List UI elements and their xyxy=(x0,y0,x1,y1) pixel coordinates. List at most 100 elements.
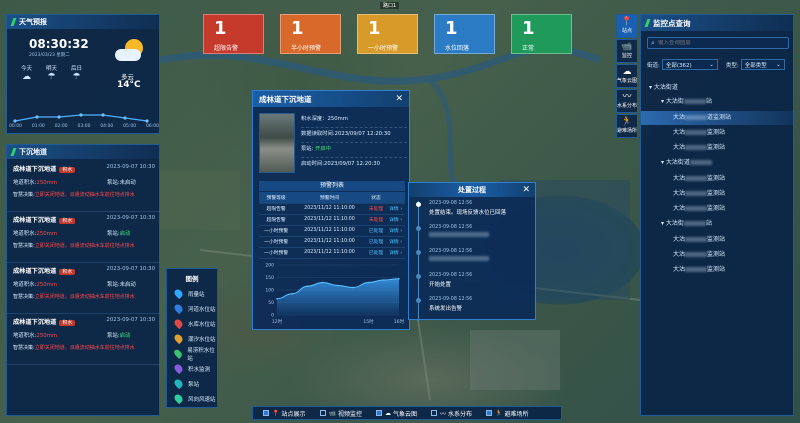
table-row[interactable]: 一小时预警 2023/11/12 11:10:00 已处理 详情 › xyxy=(259,247,405,259)
street-node[interactable]: ▾ 大沽街站 xyxy=(641,95,795,109)
popup-header: 成林道下沉地道 ✕ xyxy=(253,91,409,107)
layer-icon: 📍 xyxy=(621,17,633,27)
status-badge: 积水 xyxy=(59,218,76,224)
day-today: 今天 ☁ xyxy=(21,66,33,82)
tunnel-photo xyxy=(259,113,295,173)
street-node[interactable]: ▾ 大沽街道 xyxy=(641,156,795,170)
data-point xyxy=(337,284,339,287)
y-tick-label: 50 xyxy=(268,300,274,306)
toolbar-icon: 🏃 xyxy=(495,409,503,417)
chevron-down-icon: ⌄ xyxy=(709,61,714,68)
type-select[interactable]: 全部类型 ⌄ xyxy=(740,59,785,70)
process-header: 处置过程 ✕ xyxy=(409,183,535,197)
warning-table: 预警等级 预警时间 状态 超限告警 2023/11/12 11:10:00 未处理 详情 … xyxy=(259,192,405,259)
layer-toggle[interactable]: 📍 站点 xyxy=(616,14,638,38)
table-row[interactable]: 超限告警 2023/11/12 11:10:00 未处理 详情 › xyxy=(259,214,405,226)
x-tick-label: 12时 xyxy=(272,318,283,325)
toolbar-toggle[interactable]: 📹 视频监控 xyxy=(319,409,362,418)
checkbox[interactable] xyxy=(431,410,438,416)
legend-item: 水库水位站 xyxy=(167,316,217,331)
monitor-title: 监控点查询 xyxy=(641,15,793,31)
subsidence-item[interactable]: 成林道下沉地道 积水 2023-09-07 10:30 地道积水:250mm 泵站:启… xyxy=(7,212,161,263)
street-node[interactable]: ▾ 大沽街站 xyxy=(641,217,795,231)
subsidence-item[interactable]: 成林道下沉地道 积水 2023-09-07 10:30 地道积水:250mm 泵站:未… xyxy=(7,161,161,212)
street-node[interactable]: ▾ 大沽街道 xyxy=(641,81,795,95)
alert-card[interactable]: 1 水位回落 xyxy=(434,14,495,54)
checkbox[interactable] xyxy=(319,410,326,416)
day-after: 后日 ☂ xyxy=(71,66,83,82)
subsidence-item[interactable]: 成林道下沉地道 积水 2023-09-07 10:30 地道积水:250mm 泵站:启… xyxy=(7,314,161,365)
process-popup: 处置过程 ✕ 2023-09-08 12:56 处置结束。现场反馈水位已回落 202… xyxy=(408,182,536,321)
search-box[interactable]: ⌕ xyxy=(647,37,789,49)
water-level-chart: 0 50 100 150 200 12时 15时 16时 xyxy=(265,263,404,326)
detail-link[interactable]: 详情 › xyxy=(386,203,405,215)
alert-card[interactable]: 1 一小时预警 xyxy=(357,14,418,54)
toolbar-icon: 📹 xyxy=(328,409,336,417)
layer-toggle[interactable]: 〰水系分布 xyxy=(616,89,638,113)
detail-link[interactable]: 详情 › xyxy=(386,214,405,226)
y-tick-label: 200 xyxy=(265,263,274,269)
station-tree: ▾ 大沽街道 ▾ 大沽街站大沽 道监测站 大沽 监测站 大沽 监测站 ▾ 大沽街道 大沽 监测站大… xyxy=(641,81,795,411)
status-badge: 积水 xyxy=(59,320,76,326)
timeline-step: 2023-09-08 12:56 xyxy=(416,225,533,249)
timeline-step: 2023-09-08 12:56 开始处置 xyxy=(416,273,533,297)
weather-days: 今天 ☁ 明天 ☂ 后日 ☂ xyxy=(21,64,82,82)
process-timeline: 2023-09-08 12:56 处置结束。现场反馈水位已回落 2023-09-08… xyxy=(415,201,533,321)
station-node[interactable]: 大沽 道监测站 xyxy=(641,111,795,125)
day-tomorrow: 明天 ☂ xyxy=(46,66,58,82)
table-row[interactable]: 超限告警 2023/11/12 11:10:00 未处理 详情 › xyxy=(259,203,405,215)
legend-item: 积水监测 xyxy=(167,361,217,376)
toolbar-toggle[interactable]: 📍 站点展示 xyxy=(263,409,306,418)
subsidence-popup: 成林道下沉地道 ✕ 积水深度：250mm 数据读取时间:2023/09/07 1… xyxy=(252,90,410,330)
y-tick-label: 0 xyxy=(271,313,274,319)
table-row[interactable]: 一小时预警 2023/11/12 11:10:00 已处理 详情 › xyxy=(259,236,405,248)
station-node[interactable]: 大沽 监测站 xyxy=(641,263,795,277)
subsidence-title: 下沉地道 xyxy=(7,145,159,159)
toolbar-toggle[interactable]: 〰水系分布 xyxy=(431,409,472,418)
legend-item: 泵站 xyxy=(167,376,217,391)
search-input[interactable] xyxy=(657,40,788,46)
subsidence-item[interactable]: 成林道下沉地道 积水 2023-09-07 10:30 地道积水:250mm 泵站:未… xyxy=(7,263,161,314)
data-point xyxy=(276,297,278,300)
alert-card[interactable]: 1 超限告警 xyxy=(203,14,264,54)
layer-toggle[interactable]: 🏃 避难场所 xyxy=(616,114,638,138)
station-node[interactable]: 大沽 监测站 xyxy=(641,248,795,262)
timeline-step: 2023-09-08 12:56 xyxy=(416,249,533,273)
layer-toggle[interactable]: 📹 监控 xyxy=(616,39,638,63)
layer-icon: 〰 xyxy=(622,92,632,102)
data-point xyxy=(398,277,400,280)
map-pin-icon xyxy=(172,377,185,390)
legend-item: 风向风速站 xyxy=(167,391,217,406)
legend-item: 易涝积水位站 xyxy=(167,346,217,362)
station-node[interactable]: 大沽 监测站 xyxy=(641,233,795,247)
weather-title: 天气预报 xyxy=(7,15,159,29)
alert-card[interactable]: 1 半小时预警 xyxy=(280,14,341,54)
data-point xyxy=(352,286,355,289)
station-node[interactable]: 大沽 监测站 xyxy=(641,187,795,201)
station-node[interactable]: 大沽 监测站 xyxy=(641,141,795,155)
map-pin-icon xyxy=(172,332,185,345)
detail-link[interactable]: 详情 › xyxy=(386,236,405,248)
close-icon[interactable]: ✕ xyxy=(522,185,530,195)
station-node[interactable]: 大沽 监测站 xyxy=(641,172,795,186)
table-row[interactable]: 一小时预警 2023/11/12 11:10:00 已处理 详情 › xyxy=(259,225,405,237)
legend-item: 雨量站 xyxy=(167,286,217,301)
toolbar-icon: ☁ xyxy=(385,409,391,417)
detail-link[interactable]: 详情 › xyxy=(386,247,405,259)
checkbox[interactable] xyxy=(376,410,382,416)
street-select[interactable]: 全部(362) ⌄ xyxy=(661,59,718,70)
map-pin-icon xyxy=(172,287,185,300)
layer-toggle[interactable]: ☁ 气象云图 xyxy=(616,64,638,88)
toolbar-toggle[interactable]: 🏃 避难场所 xyxy=(486,409,529,418)
toolbar-toggle[interactable]: ☁ 气象云图 xyxy=(376,409,417,418)
station-node[interactable]: 大沽 监测站 xyxy=(641,126,795,140)
y-tick-label: 150 xyxy=(265,275,274,281)
detail-link[interactable]: 详情 › xyxy=(386,225,405,237)
checkbox[interactable] xyxy=(263,410,269,416)
checkbox[interactable] xyxy=(486,410,493,416)
station-node[interactable]: 大沽 监测站 xyxy=(641,202,795,216)
close-icon[interactable]: ✕ xyxy=(395,94,403,104)
current-temp: 14°C xyxy=(117,80,141,90)
map-pin-icon xyxy=(172,362,185,375)
alert-card[interactable]: 1 正常 xyxy=(511,14,572,54)
